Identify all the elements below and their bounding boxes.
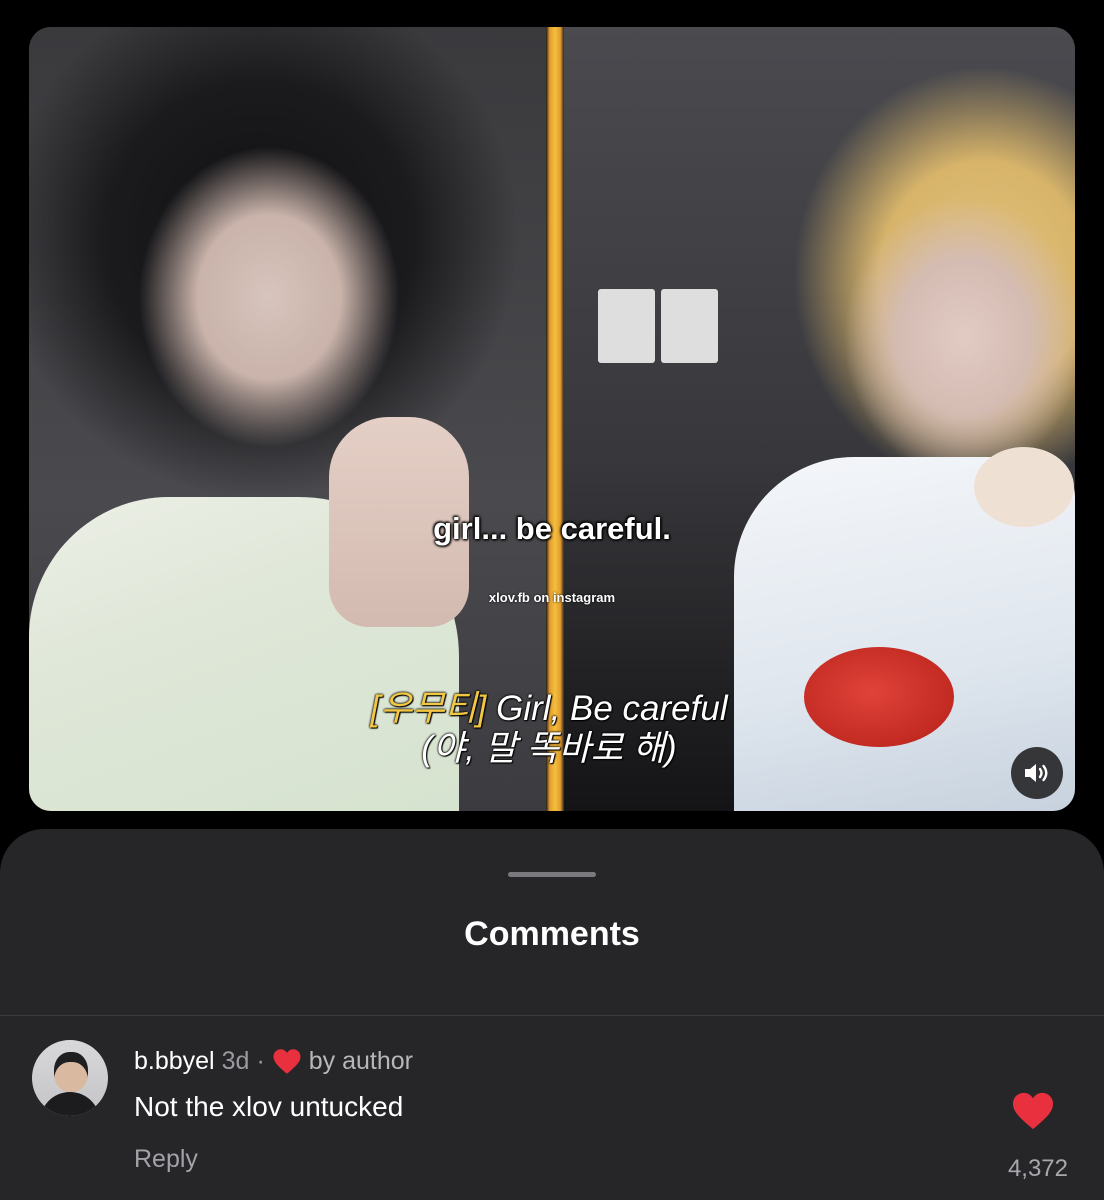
avatar-head bbox=[54, 1052, 88, 1092]
video-subtitle: [우무티] Girl, Be careful (야, 말 똑바로 해) bbox=[299, 689, 799, 769]
like-button[interactable] bbox=[1011, 1091, 1055, 1131]
comment-time: 3d bbox=[221, 1047, 250, 1075]
avatar-body bbox=[40, 1092, 100, 1116]
subtitle-english: Girl, Be careful bbox=[486, 689, 728, 728]
like-count: 4,372 bbox=[1007, 1155, 1068, 1182]
comment-text: Not the xlov untucked bbox=[134, 1091, 404, 1122]
sheet-divider bbox=[0, 1015, 1104, 1016]
video-watermark: xlov.fb on instagram bbox=[488, 590, 616, 605]
comment-meta: b.bbyel 3d · by author bbox=[134, 1047, 413, 1076]
video-caption: girl... be careful. bbox=[433, 511, 671, 546]
sheet-drag-handle[interactable] bbox=[508, 872, 596, 877]
author-heart-icon bbox=[273, 1049, 301, 1074]
speaker-volume-icon bbox=[1025, 764, 1048, 782]
sound-toggle-button[interactable] bbox=[1011, 747, 1063, 799]
heart-icon bbox=[1013, 1092, 1053, 1130]
comments-sheet: Comments b.bbyel 3d · by author Not the … bbox=[0, 829, 1104, 1200]
comment-username[interactable]: b.bbyel bbox=[134, 1047, 215, 1076]
avatar[interactable] bbox=[32, 1040, 108, 1116]
meta-separator: · bbox=[256, 1047, 265, 1075]
sheet-title: Comments bbox=[464, 915, 640, 953]
wall-outlet bbox=[598, 289, 718, 363]
subtitle-korean: (야, 말 똑바로 해) bbox=[421, 729, 677, 768]
reply-button[interactable]: Reply bbox=[134, 1145, 198, 1174]
video-player[interactable]: girl... be careful. xlov.fb on instagram… bbox=[29, 27, 1075, 811]
subtitle-tag: [우무티] bbox=[370, 689, 487, 728]
by-author-label: by author bbox=[308, 1047, 414, 1075]
red-compact bbox=[804, 647, 954, 747]
